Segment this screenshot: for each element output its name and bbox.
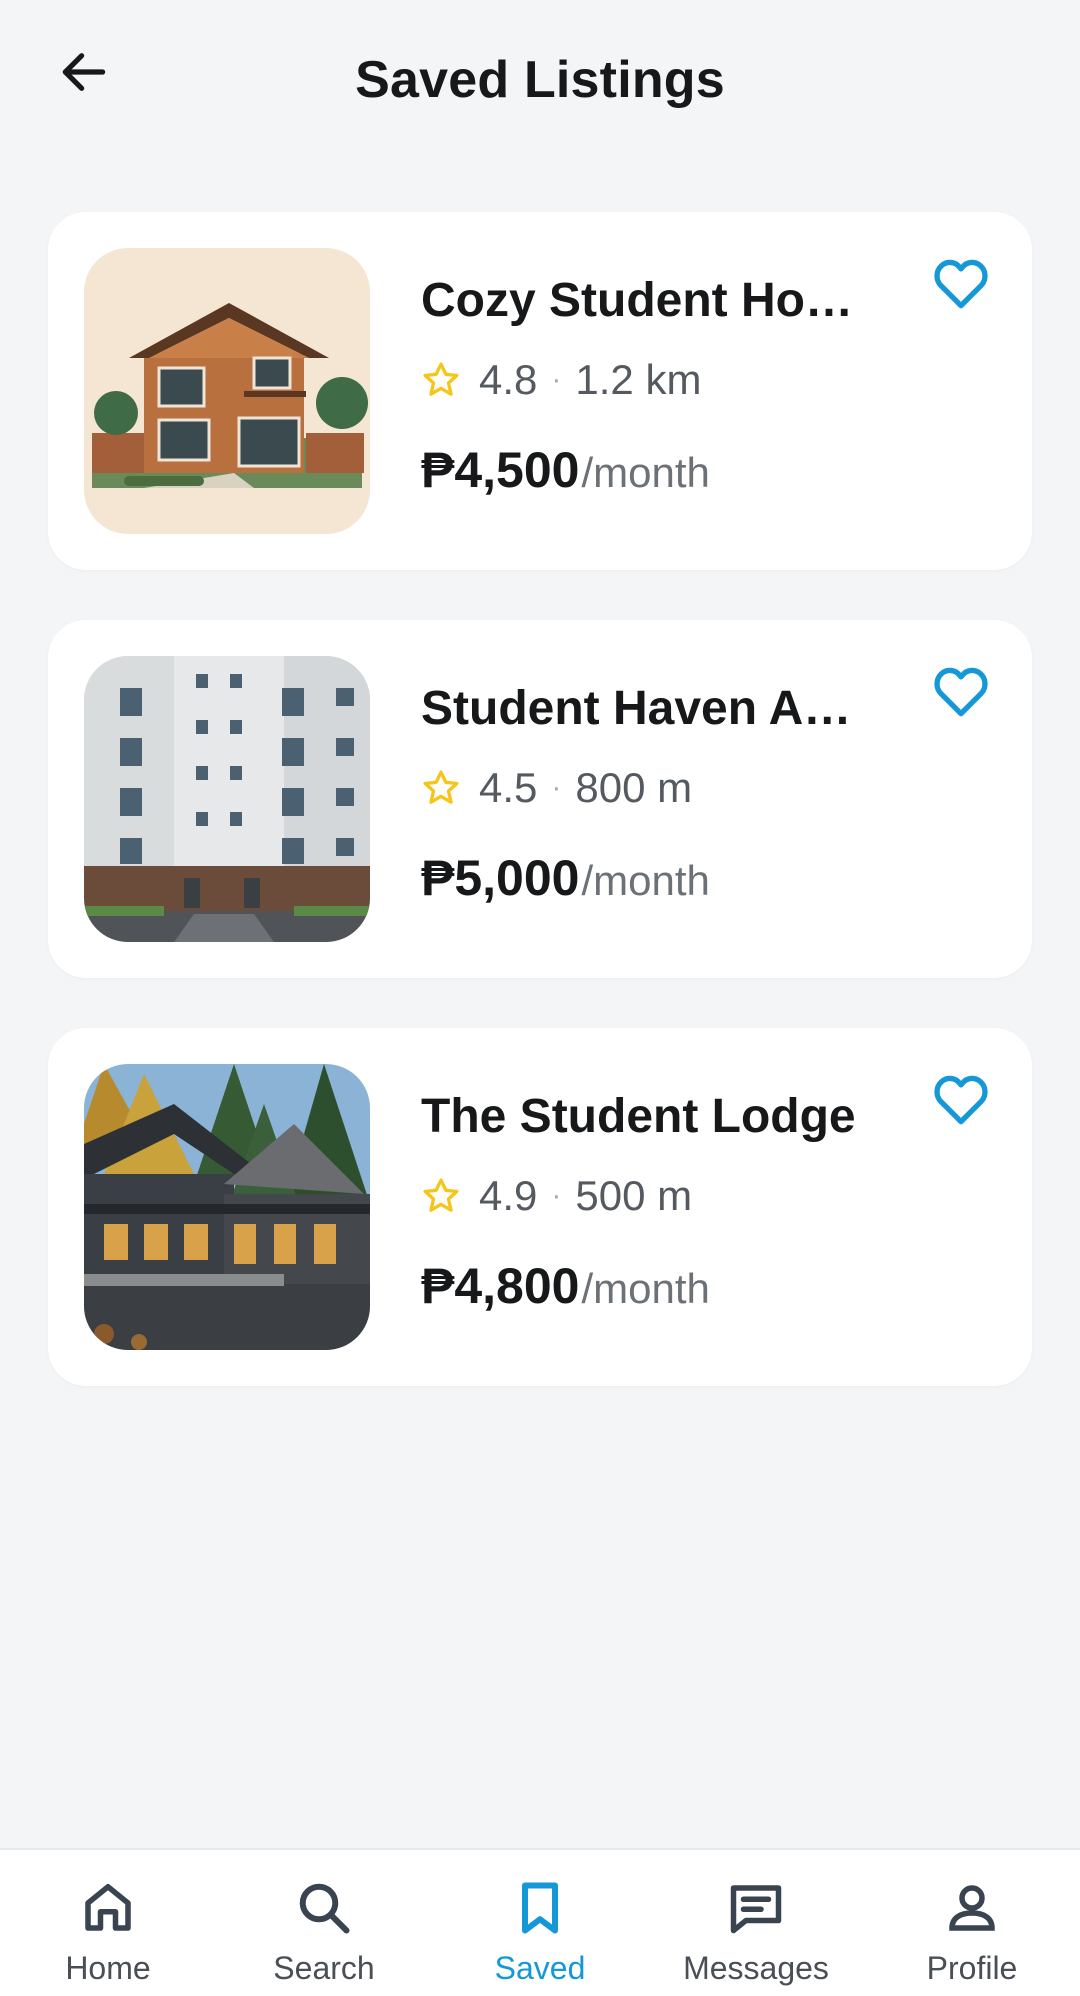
price-amount: ₱4,800 <box>421 1258 580 1314</box>
listing-image[interactable] <box>84 248 370 534</box>
listing-title: Student Haven A… <box>421 682 852 735</box>
star-icon <box>423 770 459 804</box>
person-icon <box>949 1885 995 1931</box>
separator-dot: · <box>551 1179 562 1212</box>
nav-home[interactable]: Home <box>0 1850 216 1996</box>
header: Saved Listings <box>0 0 1080 170</box>
listing-title: Cozy Student Ho… <box>421 274 853 327</box>
nav-label: Profile <box>926 1950 1018 1986</box>
search-icon <box>299 1883 350 1934</box>
listing-card[interactable]: The Student Lodge 4.9 · 500 m ₱4,800 /mo… <box>48 1028 1032 1386</box>
nav-messages[interactable]: Messages <box>648 1850 864 1996</box>
listing-meta: 4.9 · 500 m <box>421 1172 891 1220</box>
listing-meta: 4.5 · 800 m <box>421 764 891 812</box>
home-icon <box>85 1884 131 1931</box>
listing-card[interactable]: Cozy Student Ho… 4.8 · 1.2 km ₱4,500 /mo… <box>48 212 1032 570</box>
listing-image[interactable] <box>84 1064 370 1350</box>
listing-info: The Student Lodge 4.9 · 500 m ₱4,800 /mo… <box>421 1088 891 1319</box>
separator-dot: · <box>551 771 562 804</box>
listing-meta: 4.8 · 1.2 km <box>421 356 891 404</box>
nav-label: Messages <box>683 1950 829 1986</box>
favorite-button[interactable] <box>926 1064 996 1134</box>
separator-dot: · <box>551 363 562 396</box>
lodge-photo <box>84 1064 370 1350</box>
listing-info: Student Haven A… 4.5 · 800 m ₱5,000 /mon… <box>421 680 891 911</box>
listing-price: ₱5,000 /month <box>421 848 891 911</box>
chat-icon <box>730 1885 782 1934</box>
bookmark-icon <box>522 1882 558 1934</box>
listing-info: Cozy Student Ho… 4.8 · 1.2 km ₱4,500 /mo… <box>421 272 891 503</box>
nav-saved[interactable]: Saved <box>432 1850 648 1996</box>
price-unit: /month <box>581 1265 710 1312</box>
listing-card[interactable]: Student Haven A… 4.5 · 800 m ₱5,000 /mon… <box>48 620 1032 978</box>
page-title: Saved Listings <box>355 51 725 109</box>
distance-value: 500 m <box>575 1172 693 1219</box>
app-screen: Saved Listings Cozy Student Ho… 4.8 · 1.… <box>0 0 1080 1996</box>
nav-label: Search <box>273 1950 375 1986</box>
rating-value: 4.5 <box>479 764 538 811</box>
star-icon <box>423 1178 459 1212</box>
price-unit: /month <box>581 449 710 496</box>
bottom-navigation: Home Search Saved Messages Profile <box>0 1848 1080 1996</box>
heart-icon <box>934 667 988 717</box>
nav-profile[interactable]: Profile <box>864 1850 1080 1996</box>
favorite-button[interactable] <box>926 656 996 726</box>
price-amount: ₱5,000 <box>421 850 580 906</box>
house-illustration <box>84 248 370 534</box>
price-unit: /month <box>581 857 710 904</box>
distance-value: 800 m <box>575 764 693 811</box>
heart-icon <box>934 259 988 309</box>
listing-price: ₱4,500 /month <box>421 440 891 503</box>
listing-image[interactable] <box>84 656 370 942</box>
rating-value: 4.9 <box>479 1172 538 1219</box>
saved-listings-list: Cozy Student Ho… 4.8 · 1.2 km ₱4,500 /mo… <box>48 212 1032 1436</box>
listing-title: The Student Lodge <box>421 1090 856 1143</box>
star-icon <box>423 362 459 396</box>
nav-label: Saved <box>494 1950 586 1986</box>
heart-icon <box>934 1075 988 1125</box>
rating-value: 4.8 <box>479 356 538 403</box>
apartment-photo <box>84 656 370 942</box>
price-amount: ₱4,500 <box>421 442 580 498</box>
distance-value: 1.2 km <box>575 356 702 403</box>
nav-search[interactable]: Search <box>216 1850 432 1996</box>
favorite-button[interactable] <box>926 248 996 318</box>
nav-label: Home <box>65 1950 151 1986</box>
listing-price: ₱4,800 /month <box>421 1256 891 1319</box>
